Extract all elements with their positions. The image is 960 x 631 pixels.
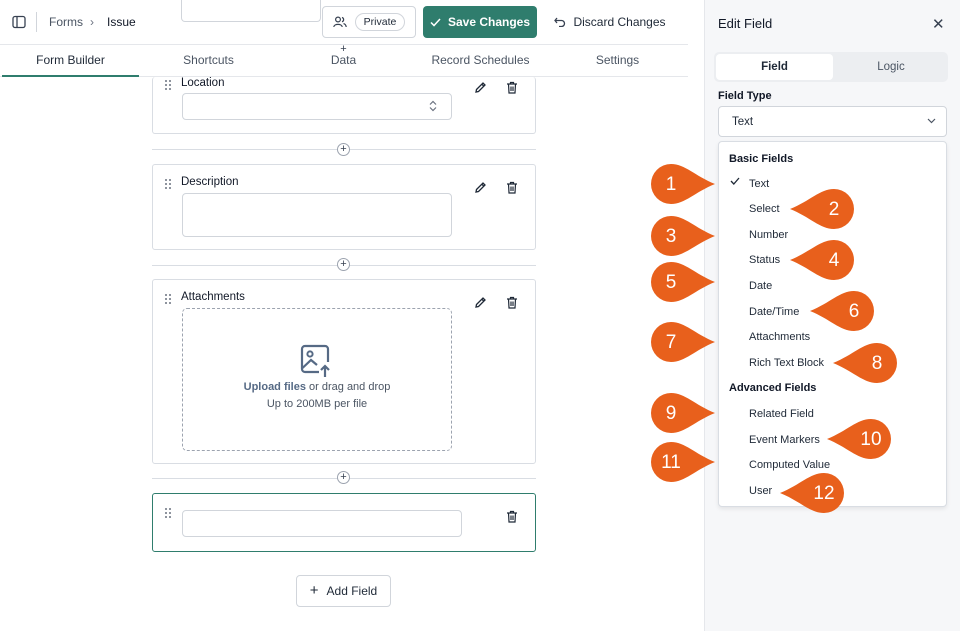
trash-icon[interactable] — [506, 181, 518, 194]
panel-title: Edit Field — [718, 16, 773, 31]
breadcrumb-chevron-icon: › — [90, 15, 94, 29]
panel-tab-field[interactable]: Field — [716, 54, 833, 80]
option-number[interactable]: Number — [749, 229, 788, 241]
tab-shortcuts[interactable]: Shortcuts — [140, 45, 277, 77]
trash-icon[interactable] — [506, 296, 518, 309]
edit-pencil-icon[interactable] — [474, 181, 487, 194]
divider — [36, 12, 37, 32]
field-input-partial[interactable] — [181, 0, 321, 22]
callout-marker-8: 8 — [831, 343, 897, 383]
drag-handle-icon[interactable] — [165, 508, 171, 518]
option-computed-value[interactable]: Computed Value — [749, 459, 830, 471]
add-field-label: Add Field — [326, 584, 378, 598]
field-label: Description — [181, 176, 239, 188]
visibility-badge: Private — [354, 13, 406, 31]
trash-icon[interactable] — [506, 81, 518, 94]
visibility-button[interactable]: Private — [322, 6, 416, 38]
insert-field-plus-icon[interactable]: + — [337, 258, 350, 271]
option-event-markers[interactable]: Event Markers — [749, 434, 820, 446]
option-status[interactable]: Status — [749, 254, 780, 266]
field-card-attachments[interactable]: Attachments Upload files or drag and dro… — [152, 279, 536, 464]
upload-text: or drag and drop — [309, 381, 391, 393]
undo-icon — [554, 17, 566, 27]
tab-settings[interactable]: Settings — [549, 45, 686, 77]
discard-changes-button[interactable]: Discard Changes — [548, 6, 672, 38]
close-icon[interactable]: ✕ — [932, 15, 945, 33]
insert-field-plus-icon[interactable]: + — [337, 143, 350, 156]
breadcrumb-forms[interactable]: Forms — [49, 15, 83, 29]
option-date[interactable]: Date — [749, 280, 772, 292]
plus-icon: + — [309, 582, 319, 599]
callout-marker-3: 3 — [651, 216, 715, 256]
callout-marker-1: 1 — [651, 164, 715, 204]
callout-marker-11: 11 — [651, 442, 715, 482]
option-rich-text-block[interactable]: Rich Text Block — [749, 357, 824, 369]
callout-marker-2: 2 — [788, 189, 854, 229]
new-field-input[interactable] — [182, 510, 462, 537]
upload-files-link[interactable]: Upload files — [244, 381, 306, 393]
option-attachments[interactable]: Attachments — [749, 331, 810, 343]
drag-handle-icon[interactable] — [165, 179, 171, 189]
field-type-label: Field Type — [718, 90, 772, 102]
panel-tabs: Field Logic — [714, 52, 948, 82]
field-card-description[interactable]: Description — [152, 164, 536, 250]
add-field-button[interactable]: + Add Field — [296, 575, 391, 607]
breadcrumb-issue: Issue — [107, 15, 136, 29]
edit-pencil-icon[interactable] — [474, 296, 487, 309]
drag-handle-icon[interactable] — [165, 294, 171, 304]
select-updown-icon — [429, 100, 437, 112]
callout-marker-7: 7 — [651, 322, 715, 362]
option-select[interactable]: Select — [749, 203, 780, 215]
insert-field-plus-icon[interactable]: + — [337, 471, 350, 484]
users-icon — [332, 16, 347, 28]
check-icon — [730, 177, 740, 185]
field-type-value: Text — [732, 116, 754, 128]
top-bar: Forms › Issue Private Save Changes Disca… — [0, 0, 688, 44]
callout-marker-12: 12 — [778, 473, 844, 513]
field-card-location[interactable]: Location — [152, 77, 536, 134]
trash-icon[interactable] — [506, 510, 518, 523]
chevron-down-icon — [927, 118, 936, 124]
callout-marker-9: 9 — [651, 393, 715, 433]
upload-instructions: Upload files or drag and drop — [183, 381, 451, 393]
save-changes-label: Save Changes — [447, 15, 531, 29]
panel-tab-logic[interactable]: Logic — [834, 54, 948, 80]
field-type-select[interactable]: Text — [718, 106, 947, 137]
upload-size-limit: Up to 200MB per file — [266, 398, 368, 410]
option-related-field[interactable]: Related Field — [749, 408, 814, 420]
location-select[interactable] — [182, 93, 452, 120]
advanced-fields-heading: Advanced Fields — [729, 382, 817, 394]
basic-fields-heading: Basic Fields — [729, 153, 794, 165]
tab-record-schedules[interactable]: Record Schedules — [412, 45, 549, 77]
check-icon — [430, 17, 441, 27]
field-label: Location — [181, 77, 225, 89]
option-user[interactable]: User — [749, 485, 772, 497]
insert-field-plus-icon[interactable]: + — [337, 44, 350, 57]
sidebar-toggle-icon[interactable] — [12, 15, 26, 29]
callout-marker-10: 10 — [825, 419, 891, 459]
callout-marker-6: 6 — [808, 291, 874, 331]
field-label: Attachments — [181, 291, 245, 303]
callout-marker-4: 4 — [788, 240, 854, 280]
description-textarea[interactable] — [182, 193, 452, 237]
drag-handle-icon[interactable] — [165, 80, 171, 90]
option-text[interactable]: Text — [749, 178, 769, 190]
tab-form-builder[interactable]: Form Builder — [2, 45, 139, 77]
discard-changes-label: Discard Changes — [573, 15, 666, 29]
upload-dropzone[interactable]: Upload files or drag and drop Up to 200M… — [182, 308, 452, 451]
option-date-time[interactable]: Date/Time — [749, 306, 799, 318]
edit-pencil-icon[interactable] — [474, 81, 487, 94]
save-changes-button[interactable]: Save Changes — [423, 6, 537, 38]
image-upload-icon — [300, 344, 334, 378]
field-card-new[interactable] — [152, 493, 536, 552]
callout-marker-5: 5 — [651, 262, 715, 302]
